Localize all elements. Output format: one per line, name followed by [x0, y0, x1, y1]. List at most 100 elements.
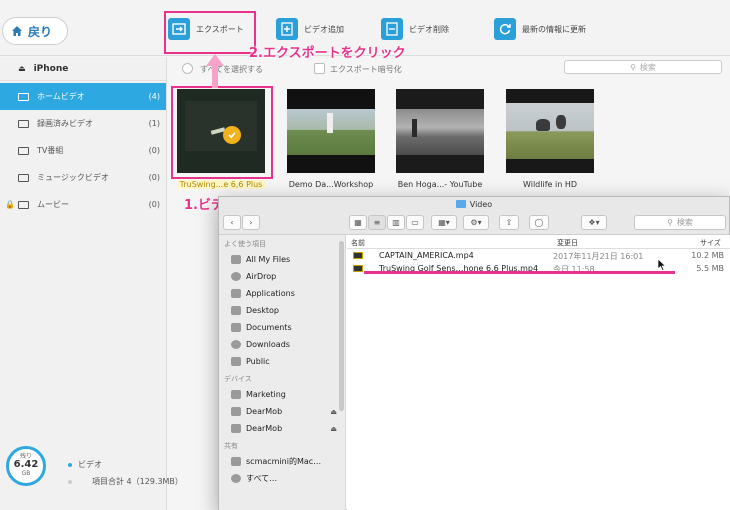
callout-arrow: [206, 54, 224, 88]
sidebar-item-applications[interactable]: Applications: [219, 285, 345, 302]
downloads-icon: [231, 340, 241, 349]
refresh-icon: [494, 18, 516, 40]
sidebar-item-shared-all[interactable]: すべて…: [219, 470, 345, 487]
file-row[interactable]: CAPTAIN_AMERICA.mp4 2017年11月21日 16:01 10…: [347, 249, 730, 262]
finder-sidebar-scrollbar[interactable]: [339, 241, 344, 411]
action-button[interactable]: ⚙▾: [463, 215, 489, 230]
sidebar: ⏏ iPhone ホームビデオ (4) 録画済みビデオ (1) TV番組 (0)…: [0, 57, 167, 510]
select-all-checkbox[interactable]: [182, 63, 193, 74]
storage-gauge: 残り 6.42 GB: [6, 446, 46, 486]
column-view-button[interactable]: ▥: [387, 215, 405, 230]
list-view-button[interactable]: ≡: [368, 215, 386, 230]
chevron-left-icon: ‹: [230, 218, 234, 227]
finder-title: Video: [469, 199, 493, 209]
sidebar-item-dearmob-2[interactable]: DearMob ⏏: [219, 420, 345, 437]
sidebar-device[interactable]: ⏏ iPhone: [0, 57, 166, 81]
back-label: 戻り: [28, 24, 53, 39]
disk-icon: [231, 390, 241, 399]
sidebar-item-downloads[interactable]: Downloads: [219, 336, 345, 353]
dropbox-button[interactable]: ❖▾: [581, 215, 607, 230]
sidebar-item-label: Applications: [246, 289, 295, 298]
sidebar-item-all-my-files[interactable]: All My Files: [219, 251, 345, 268]
file-date: 2017年11月21日 16:01: [553, 252, 644, 261]
sidebar-item-home-video[interactable]: ホームビデオ (4): [0, 83, 166, 110]
step2-annotation: 2.エクスポートをクリック: [249, 46, 406, 61]
folder-icon: [231, 357, 241, 366]
coverflow-view-button[interactable]: ▭: [406, 215, 424, 230]
video-thumbnail[interactable]: [506, 89, 594, 173]
video-thumbnail[interactable]: [396, 89, 484, 173]
sidebar-item-desktop[interactable]: Desktop: [219, 302, 345, 319]
column-date[interactable]: 変更日: [557, 238, 578, 248]
tag-button[interactable]: ◯: [529, 215, 549, 230]
search-input[interactable]: ⚲ 検索: [564, 60, 722, 74]
sidebar-item-label: All My Files: [246, 255, 291, 264]
sidebar-item-shared-mac[interactable]: scmacmini的Mac…: [219, 453, 345, 470]
finder-file-list: 名前 変更日 サイズ CAPTAIN_AMERICA.mp4 2017年11月2…: [347, 235, 730, 510]
video-thumbnail[interactable]: [287, 89, 375, 173]
gear-icon: ⚙▾: [470, 218, 482, 227]
list-icon: ≡: [373, 218, 381, 227]
tv-icon: [18, 146, 29, 155]
arrange-button[interactable]: ▦▾: [431, 215, 457, 230]
shared-header: 共有: [224, 442, 238, 450]
sidebar-item-label: Public: [246, 357, 270, 366]
tv-icon: [18, 92, 29, 101]
sidebar-item-label: Desktop: [246, 306, 279, 315]
add-video-button[interactable]: ビデオ追加: [276, 18, 344, 40]
back-nav-button[interactable]: ‹: [223, 215, 241, 230]
export-encrypt-label: エクスポート暗号化: [330, 65, 402, 74]
column-name[interactable]: 名前: [351, 238, 365, 248]
sidebar-item-dearmob-1[interactable]: DearMob ⏏: [219, 403, 345, 420]
video-title: Demo Da...Workshop: [288, 180, 374, 189]
device-name: iPhone: [33, 63, 69, 74]
sidebar-item-airdrop[interactable]: AirDrop: [219, 268, 345, 285]
legend-dot: [68, 462, 72, 467]
finder-search-input[interactable]: ⚲ 検索: [634, 215, 726, 230]
app-window: 戻り エクスポート ビデオ追加 ビデオ削除 最新の情報に更新 ⏏ iPhone …: [0, 0, 730, 510]
column-size[interactable]: サイズ: [700, 238, 721, 248]
folder-icon: [455, 200, 466, 208]
eject-icon[interactable]: ⏏: [330, 425, 337, 433]
disk-icon: [231, 424, 241, 433]
video-highlight-box: [171, 86, 273, 179]
sidebar-item-recorded-video[interactable]: 録画済みビデオ (1): [0, 110, 166, 137]
finder-sidebar: よく使う項目 All My Files AirDrop Applications…: [219, 235, 346, 510]
video-item[interactable]: Ben Hoga...- YouTube: [396, 89, 484, 189]
sidebar-item-tv-shows[interactable]: TV番組 (0): [0, 137, 166, 164]
devices-header: デバイス: [224, 375, 252, 383]
sidebar-item-label: Marketing: [246, 390, 286, 399]
delete-video-button[interactable]: ビデオ削除: [381, 18, 449, 40]
eject-icon[interactable]: ⏏: [330, 408, 337, 416]
back-button[interactable]: 戻り: [2, 17, 68, 45]
export-encrypt-checkbox[interactable]: [314, 63, 325, 74]
sidebar-item-label: AirDrop: [246, 272, 277, 281]
lock-icon: 🔒: [5, 200, 15, 209]
sidebar-item-label: TV番組: [37, 146, 64, 155]
finder-dialog: Video ‹ › ▦ ≡ ▥ ▭ ▦▾ ⚙▾ ⇧ ◯ ❖▾ ⚲ 検索 よく使う…: [218, 196, 730, 510]
video-item[interactable]: Demo Da...Workshop: [287, 89, 375, 189]
file-size: 5.5 MB: [696, 264, 724, 273]
sidebar-item-music-video[interactable]: ミュージックビデオ (0): [0, 164, 166, 191]
columns-icon: ▥: [392, 218, 400, 227]
music-video-icon: [18, 173, 29, 182]
share-icon: ⇧: [505, 218, 513, 227]
share-button[interactable]: ⇧: [499, 215, 519, 230]
add-video-label: ビデオ追加: [304, 24, 344, 34]
video-item[interactable]: Wildlife in HD: [506, 89, 594, 189]
video-title: Wildlife in HD: [523, 180, 577, 189]
film-delete-icon: [381, 18, 403, 40]
file-size: 10.2 MB: [691, 251, 724, 260]
sidebar-item-movies[interactable]: 🔒 ムービー (0): [0, 191, 166, 218]
icon-view-button[interactable]: ▦: [349, 215, 367, 230]
sidebar-item-count: (4): [148, 92, 160, 101]
eject-icon: ⏏: [18, 64, 26, 73]
forward-nav-button[interactable]: ›: [242, 215, 260, 230]
sidebar-item-public[interactable]: Public: [219, 353, 345, 370]
search-icon: ⚲: [630, 62, 636, 72]
sidebar-item-marketing[interactable]: Marketing: [219, 386, 345, 403]
storage-value: 6.42: [13, 459, 39, 470]
refresh-button[interactable]: 最新の情報に更新: [494, 18, 586, 40]
sidebar-item-documents[interactable]: Documents: [219, 319, 345, 336]
total-items: 項目合計 4（129.3MB）: [68, 476, 183, 487]
